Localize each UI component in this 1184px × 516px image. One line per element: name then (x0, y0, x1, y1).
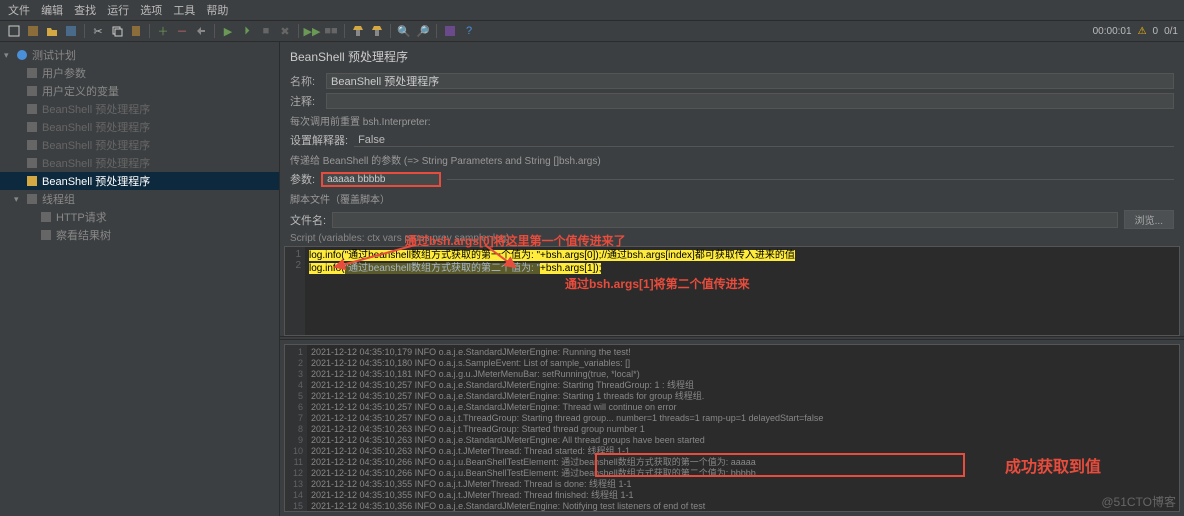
script-label: Script (variables: ctx vars props prev s… (280, 231, 1184, 246)
test-plan-tree[interactable]: ▾测试计划 用户参数用户定义的变量BeanShell 预处理程序BeanShel… (0, 42, 280, 516)
warn-count: 0 (1153, 26, 1159, 37)
help-icon[interactable]: ? (461, 23, 477, 39)
editor-panel: BeanShell 预处理程序 名称: 注释: 每次调用前重置 bsh.Inte… (280, 42, 1184, 516)
tree-root[interactable]: ▾测试计划 (0, 46, 279, 64)
remote-start-icon[interactable]: ▶▶ (304, 23, 320, 39)
search-icon[interactable]: 🔍 (396, 23, 412, 39)
tree-item[interactable]: BeanShell 预处理程序 (0, 172, 279, 190)
menu-run[interactable]: 运行 (107, 5, 129, 17)
panel-title: BeanShell 预处理程序 (280, 42, 1184, 71)
file-label: 文件名: (290, 212, 326, 228)
comment-label: 注释: (290, 93, 320, 109)
watermark: @51CTO博客 (1101, 493, 1176, 510)
thread-count: 0/1 (1164, 26, 1178, 37)
menu-bar: 文件 编辑 查找 运行 选项 工具 帮助 (0, 0, 1184, 21)
collapse-icon[interactable]: － (174, 23, 190, 39)
reset-hint: 每次调用前重置 bsh.Interpreter: (280, 111, 1184, 130)
function-icon[interactable] (442, 23, 458, 39)
reset-search-icon[interactable]: 🔎 (415, 23, 431, 39)
menu-help[interactable]: 帮助 (206, 5, 228, 17)
cut-icon[interactable]: ✂ (90, 23, 106, 39)
tree-item[interactable]: ▾线程组 (0, 190, 279, 208)
log-viewer[interactable]: 1234567891011121314151617 2021-12-12 04:… (284, 344, 1180, 512)
tree-item[interactable]: 用户定义的变量 (0, 82, 279, 100)
shutdown-icon[interactable]: ✖ (277, 23, 293, 39)
splitter[interactable] (280, 336, 1184, 340)
file-input[interactable] (332, 212, 1118, 228)
script-editor[interactable]: 12 log.info("通过beanshell数组方式获取的第一个值为: "+… (284, 246, 1180, 336)
name-input[interactable] (326, 73, 1174, 89)
save-icon[interactable] (63, 23, 79, 39)
toggle-icon[interactable] (193, 23, 209, 39)
reset-value[interactable]: False (354, 134, 1174, 147)
tree-item[interactable]: HTTP请求 (0, 208, 279, 226)
reset-toggle-label: 设置解释器: (290, 132, 348, 148)
comment-input[interactable] (326, 93, 1174, 109)
params-label: 参数: (290, 171, 315, 187)
name-label: 名称: (290, 73, 320, 89)
new-icon[interactable] (6, 23, 22, 39)
open-icon[interactable] (44, 23, 60, 39)
copy-icon[interactable] (109, 23, 125, 39)
remote-stop-icon[interactable]: ■■ (323, 23, 339, 39)
expand-icon[interactable]: ＋ (155, 23, 171, 39)
tree-item[interactable]: 用户参数 (0, 64, 279, 82)
timer-display: 00:00:01 (1093, 26, 1132, 37)
tree-item[interactable]: BeanShell 预处理程序 (0, 100, 279, 118)
templates-icon[interactable] (25, 23, 41, 39)
menu-file[interactable]: 文件 (8, 5, 30, 17)
clear-all-icon[interactable] (369, 23, 385, 39)
run-notimer-icon[interactable]: ⏵ (239, 23, 255, 39)
warning-icon[interactable]: ⚠ (1138, 26, 1147, 37)
tree-item[interactable]: BeanShell 预处理程序 (0, 118, 279, 136)
stop-icon[interactable]: ■ (258, 23, 274, 39)
params-hint: 传递给 BeanShell 的参数 (=> String Parameters … (280, 150, 1184, 169)
menu-search[interactable]: 查找 (74, 5, 96, 17)
tree-item[interactable]: BeanShell 预处理程序 (0, 136, 279, 154)
paste-icon[interactable] (128, 23, 144, 39)
run-icon[interactable]: ▶ (220, 23, 236, 39)
tree-item[interactable]: 察看结果树 (0, 226, 279, 244)
menu-options[interactable]: 选项 (140, 5, 162, 17)
annotation-2: 通过bsh.args[1]将第二个值传进来 (565, 275, 750, 292)
tree-item[interactable]: BeanShell 预处理程序 (0, 154, 279, 172)
toolbar: ✂ ＋ － ▶ ⏵ ■ ✖ ▶▶ ■■ 🔍 🔎 ? 00:00:01 ⚠ 0 0… (0, 21, 1184, 42)
menu-tools[interactable]: 工具 (173, 5, 195, 17)
params-input[interactable] (321, 172, 441, 187)
clear-icon[interactable] (350, 23, 366, 39)
file-hint: 脚本文件（覆盖脚本） (280, 189, 1184, 208)
menu-edit[interactable]: 编辑 (41, 5, 63, 17)
browse-button[interactable]: 浏览... (1124, 210, 1174, 229)
